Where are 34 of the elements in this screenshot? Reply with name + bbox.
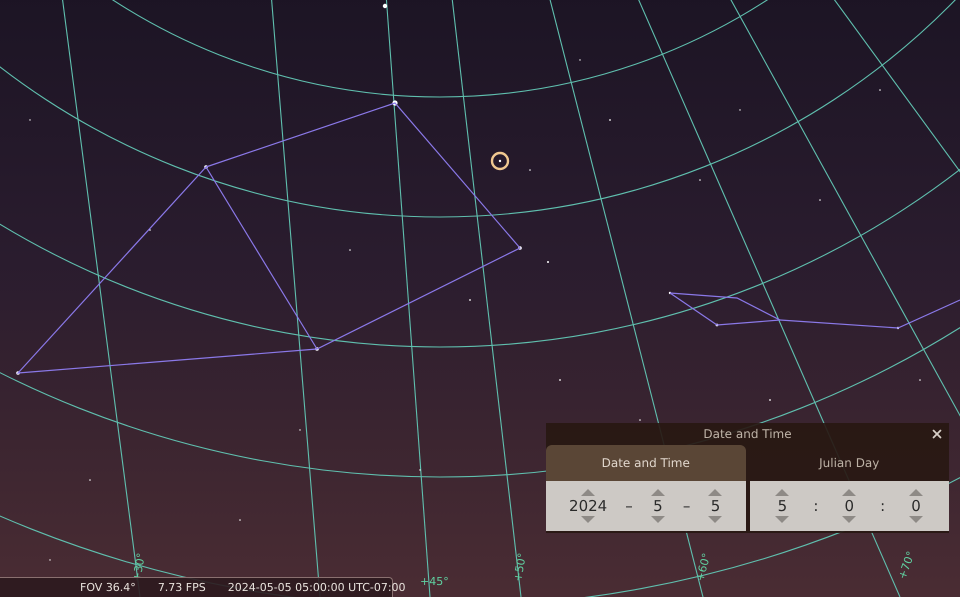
spinner-value[interactable]: 5 (653, 497, 663, 515)
spinner-value[interactable]: 0 (844, 497, 854, 515)
dialog-tab[interactable]: Date and Time (546, 445, 746, 481)
down-arrow-icon[interactable] (775, 516, 790, 523)
dialog-tab[interactable]: Julian Day (750, 445, 949, 481)
down-arrow-icon[interactable] (581, 516, 596, 523)
star-dot (382, 4, 388, 8)
up-arrow-icon[interactable] (775, 489, 790, 496)
separator: : (813, 497, 818, 515)
up-arrow-icon[interactable] (650, 489, 665, 496)
down-arrow-icon[interactable] (650, 516, 665, 523)
datetime-text: 2024-05-05 05:00:00 UTC-07:00 (228, 581, 406, 594)
fps-text: 7.73 FPS (158, 581, 206, 594)
separator: : (880, 497, 886, 515)
dialog-title: Date and Time (703, 427, 792, 441)
close-icon (930, 427, 944, 441)
down-arrow-icon[interactable] (842, 516, 856, 523)
down-arrow-icon[interactable] (708, 516, 722, 523)
spinner-value[interactable]: 5 (778, 497, 788, 515)
spinner-value[interactable]: 5 (710, 497, 720, 515)
grid-label: +60° (693, 552, 714, 583)
separator: – (682, 497, 690, 515)
spinner-value[interactable]: 0 (911, 497, 921, 515)
up-arrow-icon[interactable] (842, 489, 856, 496)
spinner-value[interactable]: 2024 (569, 497, 608, 515)
fov-text: FOV 36.4° (80, 581, 136, 594)
grid-label: +70° (896, 550, 918, 582)
up-arrow-icon[interactable] (708, 489, 722, 496)
separator: – (625, 497, 633, 515)
up-arrow-icon[interactable] (909, 489, 924, 496)
grid-label: +50° (511, 552, 529, 583)
target-reticle-icon (490, 152, 510, 170)
down-arrow-icon[interactable] (909, 516, 924, 523)
up-arrow-icon[interactable] (581, 489, 596, 496)
